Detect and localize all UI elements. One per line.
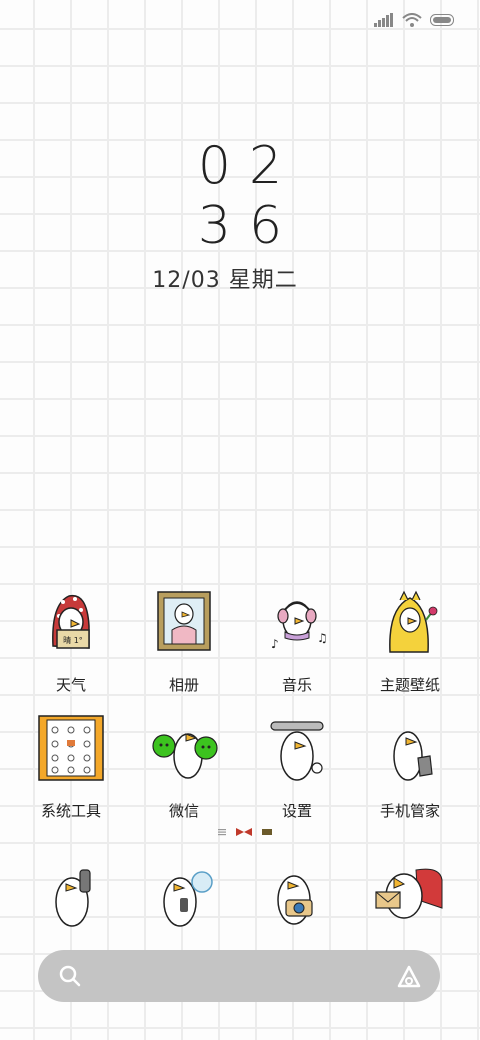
clock-hours: 02 (197, 136, 301, 196)
app-themes[interactable]: 主题壁纸 (360, 586, 460, 695)
settings-duck-icon (270, 721, 324, 781)
app-security[interactable]: 手机管家 (360, 712, 460, 821)
app-label-themes: 主题壁纸 (379, 676, 440, 694)
system-tools-folder-icon (38, 715, 104, 781)
security-duck-icon (393, 731, 433, 781)
page-dot-active-icon (236, 828, 252, 836)
wifi-icon (402, 13, 422, 27)
page-list-icon (218, 829, 226, 836)
signal-icon (374, 13, 393, 27)
app-label-music: 音乐 (281, 676, 312, 694)
dock-camera[interactable] (252, 856, 342, 936)
weather-duck-icon: 晴 1° (52, 594, 90, 649)
app-label-gallery: 相册 (168, 676, 199, 694)
dock-browser[interactable] (366, 856, 456, 936)
app-music[interactable]: ♪ ♫ 音乐 (247, 586, 347, 695)
themes-duck-icon (389, 590, 438, 653)
page-dot-icon (262, 829, 272, 835)
app-weather[interactable]: 晴 1° 天气 (21, 586, 121, 695)
app-label-security: 手机管家 (379, 802, 440, 820)
date-label: 12/03 星期二 (152, 268, 298, 293)
app-label-settings: 设置 (281, 802, 312, 820)
battery-icon (430, 14, 454, 26)
app-label-system-tools: 系统工具 (40, 802, 101, 820)
weather-sign-text: 晴 1° (63, 635, 83, 645)
clock-minutes: 36 (197, 196, 301, 256)
clock-widget[interactable]: 02 36 (0, 140, 480, 252)
phone-duck-icon (55, 869, 91, 927)
dock-phone[interactable] (30, 856, 120, 936)
page-indicator (218, 828, 272, 836)
app-label-wechat: 微信 (168, 802, 199, 820)
app-settings[interactable]: 设置 (247, 712, 347, 821)
svg-text:♪: ♪ (271, 637, 279, 651)
wechat-duck-icon (152, 733, 218, 779)
app-system-tools[interactable]: 系统工具 (21, 712, 121, 821)
app-wechat[interactable]: 微信 (134, 712, 234, 821)
browser-duck-icon (375, 868, 443, 919)
status-bar (374, 10, 456, 30)
camera-duck-icon (277, 875, 313, 925)
gallery-duck-icon (157, 591, 211, 651)
assistant-icon[interactable] (396, 964, 422, 990)
dock-messages[interactable] (140, 856, 230, 936)
search-bar[interactable] (38, 950, 440, 1002)
app-gallery[interactable]: 相册 (134, 586, 234, 695)
app-label-weather: 天气 (55, 676, 86, 694)
search-icon[interactable] (58, 964, 82, 988)
music-duck-icon: ♪ ♫ (271, 601, 328, 651)
messages-duck-icon (163, 871, 213, 927)
svg-text:♫: ♫ (317, 631, 328, 645)
